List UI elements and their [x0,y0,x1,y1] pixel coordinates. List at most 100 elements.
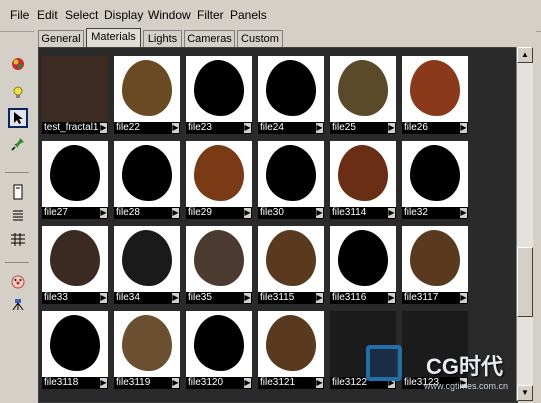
swatch-label: file3115 [260,292,295,303]
swatch-label-bar: file3117 ▶ [402,292,468,304]
tab-cameras[interactable]: Cameras [184,30,235,47]
material-swatch[interactable]: file3117 ▶ [402,226,468,304]
swatch-arrow-icon[interactable]: ▶ [316,378,323,388]
swatch-label-bar: file32 ▶ [402,207,468,219]
single-column-icon[interactable] [8,182,28,202]
swatch-label-bar: file26 ▶ [402,122,468,134]
feather-texture [338,145,388,201]
pin-icon[interactable] [8,134,28,154]
swatch-preview [42,311,108,377]
menu-file[interactable]: File [10,8,29,22]
swatch-arrow-icon[interactable]: ▶ [100,293,107,303]
tab-custom[interactable]: Custom [237,30,283,47]
swatch-arrow-icon[interactable]: ▶ [388,123,395,133]
cg-logo-icon [366,345,402,381]
swatch-arrow-icon[interactable]: ▶ [100,208,107,218]
scroll-up-button[interactable]: ▲ [517,47,533,63]
swatch-arrow-icon[interactable]: ▶ [244,293,251,303]
material-swatch[interactable]: file25 ▶ [330,56,396,134]
swatch-label: file3117 [404,292,439,303]
node-icon[interactable] [8,296,28,316]
swatch-arrow-icon[interactable]: ▶ [244,378,251,388]
swatch-arrow-icon[interactable]: ▶ [460,123,467,133]
material-swatch[interactable]: file30 ▶ [258,141,324,219]
swatch-label-bar: file3116 ▶ [330,292,396,304]
swatch-preview [330,226,396,292]
menu-display[interactable]: Display [104,8,143,22]
swatch-arrow-icon[interactable]: ▶ [100,123,107,133]
swatch-label: file34 [116,292,140,303]
material-swatch[interactable]: file28 ▶ [114,141,180,219]
swatch-arrow-icon[interactable]: ▶ [316,293,323,303]
tab-general[interactable]: General [38,30,84,47]
swatch-label: file23 [188,122,212,133]
swatch-preview [402,226,468,292]
swatch-preview [42,56,108,122]
menu-window[interactable]: Window [148,8,191,22]
material-swatch[interactable]: file3121 ▶ [258,311,324,389]
swatch-arrow-icon[interactable]: ▶ [316,208,323,218]
render-globe-icon[interactable] [8,54,28,74]
grid-view-icon[interactable] [8,230,28,250]
material-swatch[interactable]: file32 ▶ [402,141,468,219]
swatch-label-bar: file24 ▶ [258,122,324,134]
material-swatch[interactable]: file24 ▶ [258,56,324,134]
material-swatch[interactable]: file35 ▶ [186,226,252,304]
menu-select[interactable]: Select [65,8,98,22]
swatch-arrow-icon[interactable]: ▶ [244,208,251,218]
feather-texture [42,56,108,122]
swatch-preview [258,311,324,377]
material-swatch[interactable]: file23 ▶ [186,56,252,134]
menu-filter[interactable]: Filter [197,8,224,22]
swatch-arrow-icon[interactable]: ▶ [388,208,395,218]
scrollbar-thumb[interactable] [517,247,533,317]
swatch-arrow-icon[interactable]: ▶ [388,293,395,303]
swatch-preview [186,226,252,292]
material-swatch[interactable]: file22 ▶ [114,56,180,134]
swatch-arrow-icon[interactable]: ▶ [460,293,467,303]
material-swatch[interactable]: file29 ▶ [186,141,252,219]
swatch-arrow-icon[interactable]: ▶ [172,208,179,218]
feather-texture [194,60,244,116]
material-swatch[interactable]: file3118 ▶ [42,311,108,389]
material-swatch[interactable]: file3114 ▶ [330,141,396,219]
menu-panels[interactable]: Panels [230,8,267,22]
swatch-label: file25 [332,122,356,133]
material-swatch[interactable]: file3119 ▶ [114,311,180,389]
material-swatch[interactable]: file33 ▶ [42,226,108,304]
swatch-preview [330,56,396,122]
material-swatch[interactable]: file3120 ▶ [186,311,252,389]
material-swatch[interactable]: file27 ▶ [42,141,108,219]
select-arrow-icon[interactable] [8,108,28,128]
light-bulb-icon[interactable] [8,82,28,102]
list-view-icon[interactable] [8,206,28,226]
feather-texture [194,145,244,201]
swatch-label: file33 [44,292,68,303]
material-swatch[interactable]: test_fractal1 ▶ [42,56,108,134]
swatch-arrow-icon[interactable]: ▶ [316,123,323,133]
swatch-label: file3120 [188,377,224,388]
feather-texture [122,230,172,286]
swatch-arrow-icon[interactable]: ▶ [244,123,251,133]
feather-texture [410,145,460,201]
material-swatch[interactable]: file26 ▶ [402,56,468,134]
feather-texture [50,315,100,371]
swatch-preview [258,141,324,207]
swatch-preview [42,141,108,207]
swatch-arrow-icon[interactable]: ▶ [172,123,179,133]
material-swatch[interactable]: file3116 ▶ [330,226,396,304]
material-swatch[interactable]: file3115 ▶ [258,226,324,304]
watermark-url: www.cgtimes.com.cn [424,381,509,391]
feather-texture [338,60,388,116]
swatch-arrow-icon[interactable]: ▶ [100,378,107,388]
swatch-label-bar: file28 ▶ [114,207,180,219]
clown-face-icon[interactable] [8,272,28,292]
swatch-arrow-icon[interactable]: ▶ [460,208,467,218]
tab-materials[interactable]: Materials [86,28,141,47]
swatch-arrow-icon[interactable]: ▶ [172,378,179,388]
swatch-arrow-icon[interactable]: ▶ [172,293,179,303]
tab-lights[interactable]: Lights [143,30,182,47]
menu-edit[interactable]: Edit [37,8,58,22]
feather-texture [410,60,460,116]
material-swatch[interactable]: file34 ▶ [114,226,180,304]
